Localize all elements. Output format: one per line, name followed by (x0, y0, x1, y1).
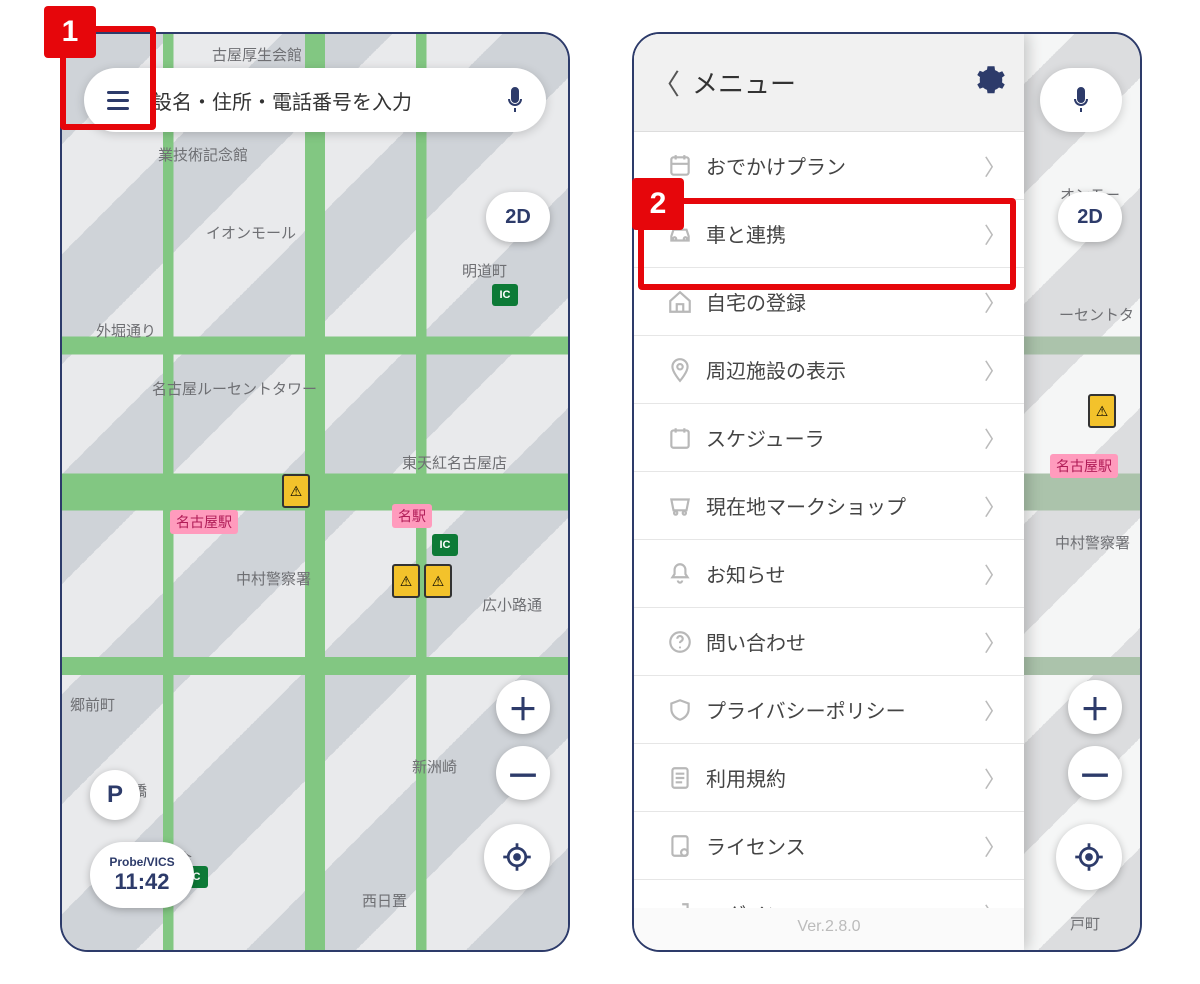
menu-item-label: 問い合わせ (700, 627, 984, 656)
menu-item-bell[interactable]: お知らせ〉 (634, 540, 1024, 608)
menu-item-cart[interactable]: 現在地マークショップ〉 (634, 472, 1024, 540)
menu-item-label: 現在地マークショップ (700, 491, 984, 520)
mic-button[interactable] (1040, 68, 1122, 132)
callout-box-2 (638, 198, 1016, 290)
hazard-icon: ⚠ (424, 564, 452, 598)
hazard-icon: ⚠ (282, 474, 310, 508)
station-chip-nagoya: 名古屋駅 (1050, 454, 1118, 478)
phone-screenshot-2: オンモー ーセントタ 名古屋駅 中村警察署 戸町 ⚠ 2D ＋ － 〈 メニュー (632, 32, 1142, 952)
menu-item-label: ログイン (700, 899, 984, 908)
license-icon (660, 833, 700, 859)
menu-header: 〈 メニュー (634, 34, 1024, 132)
ic-marker: IC (492, 284, 518, 306)
menu-item-label: おでかけプラン (700, 151, 984, 180)
zoom-in-button[interactable]: ＋ (1068, 680, 1122, 734)
menu-item-label: プライバシーポリシー (700, 695, 984, 724)
menu-item-plan[interactable]: おでかけプラン〉 (634, 132, 1024, 200)
chevron-right-icon: 〉 (984, 558, 1006, 590)
home-icon (660, 289, 700, 315)
menu-item-label: 利用規約 (700, 763, 984, 792)
traffic-time-chip[interactable]: Probe/VICS 11:42 (90, 842, 194, 908)
step-badge-2: 2 (632, 178, 684, 230)
menu-title: メニュー (692, 64, 976, 101)
step-badge-1: 1 (44, 6, 96, 58)
menu-item-shield[interactable]: プライバシーポリシー〉 (634, 676, 1024, 744)
menu-item-label: 周辺施設の表示 (700, 355, 984, 384)
chevron-right-icon: 〉 (984, 354, 1006, 386)
view-mode-button[interactable]: 2D (1058, 192, 1122, 242)
cart-icon (660, 493, 700, 519)
menu-item-label: 自宅の登録 (700, 287, 984, 316)
mic-icon[interactable] (498, 83, 532, 117)
parking-button[interactable]: P (90, 770, 140, 820)
traffic-time: 11:42 (114, 869, 169, 895)
mic-icon (1064, 83, 1098, 117)
menu-drawer: 〈 メニュー おでかけプラン〉車と連携〉自宅の登録〉周辺施設の表示〉スケジューラ… (634, 34, 1024, 950)
chevron-right-icon: 〉 (984, 286, 1006, 318)
bell-icon (660, 561, 700, 587)
chevron-right-icon: 〉 (984, 626, 1006, 658)
back-icon[interactable]: 〈 (652, 63, 692, 103)
traffic-source: Probe/VICS (109, 855, 174, 869)
chevron-right-icon: 〉 (984, 898, 1006, 909)
chevron-right-icon: 〉 (984, 490, 1006, 522)
chevron-right-icon: 〉 (984, 422, 1006, 454)
settings-icon[interactable] (976, 65, 1006, 100)
locate-button[interactable] (1056, 824, 1122, 890)
cal-icon (660, 425, 700, 451)
menu-item-login[interactable]: ログイン〉 (634, 880, 1024, 908)
hazard-icon: ⚠ (1088, 394, 1116, 428)
menu-item-help[interactable]: 問い合わせ〉 (634, 608, 1024, 676)
poi-icon (660, 357, 700, 383)
version-label: Ver.2.8.0 (634, 908, 1024, 950)
plan-icon (660, 153, 700, 179)
chevron-right-icon: 〉 (984, 694, 1006, 726)
phone-screenshot-1: 古屋厚生会館 業技術記念館 イオンモール 外堀通り 名古屋ルーセントタワー 東天… (60, 32, 570, 952)
ic-marker: IC (432, 534, 458, 556)
shield-icon (660, 697, 700, 723)
chevron-right-icon: 〉 (984, 762, 1006, 794)
menu-item-label: ライセンス (700, 831, 984, 860)
help-icon (660, 629, 700, 655)
station-chip-meieki: 名駅 (392, 504, 432, 528)
view-mode-button[interactable]: 2D (486, 192, 550, 242)
station-chip-nagoya: 名古屋駅 (170, 510, 238, 534)
zoom-out-button[interactable]: － (1068, 746, 1122, 800)
zoom-in-button[interactable]: ＋ (496, 680, 550, 734)
menu-item-doc[interactable]: 利用規約〉 (634, 744, 1024, 812)
menu-item-poi[interactable]: 周辺施設の表示〉 (634, 336, 1024, 404)
chevron-right-icon: 〉 (984, 830, 1006, 862)
login-icon (660, 901, 700, 909)
locate-button[interactable] (484, 824, 550, 890)
menu-item-license[interactable]: ライセンス〉 (634, 812, 1024, 880)
search-placeholder[interactable]: 設名・住所・電話番号を入力 (138, 86, 498, 115)
zoom-out-button[interactable]: － (496, 746, 550, 800)
menu-item-label: スケジューラ (700, 423, 984, 452)
menu-item-cal[interactable]: スケジューラ〉 (634, 404, 1024, 472)
menu-item-label: お知らせ (700, 559, 984, 588)
hazard-icon: ⚠ (392, 564, 420, 598)
map-canvas[interactable] (62, 34, 568, 950)
chevron-right-icon: 〉 (984, 150, 1006, 182)
doc-icon (660, 765, 700, 791)
